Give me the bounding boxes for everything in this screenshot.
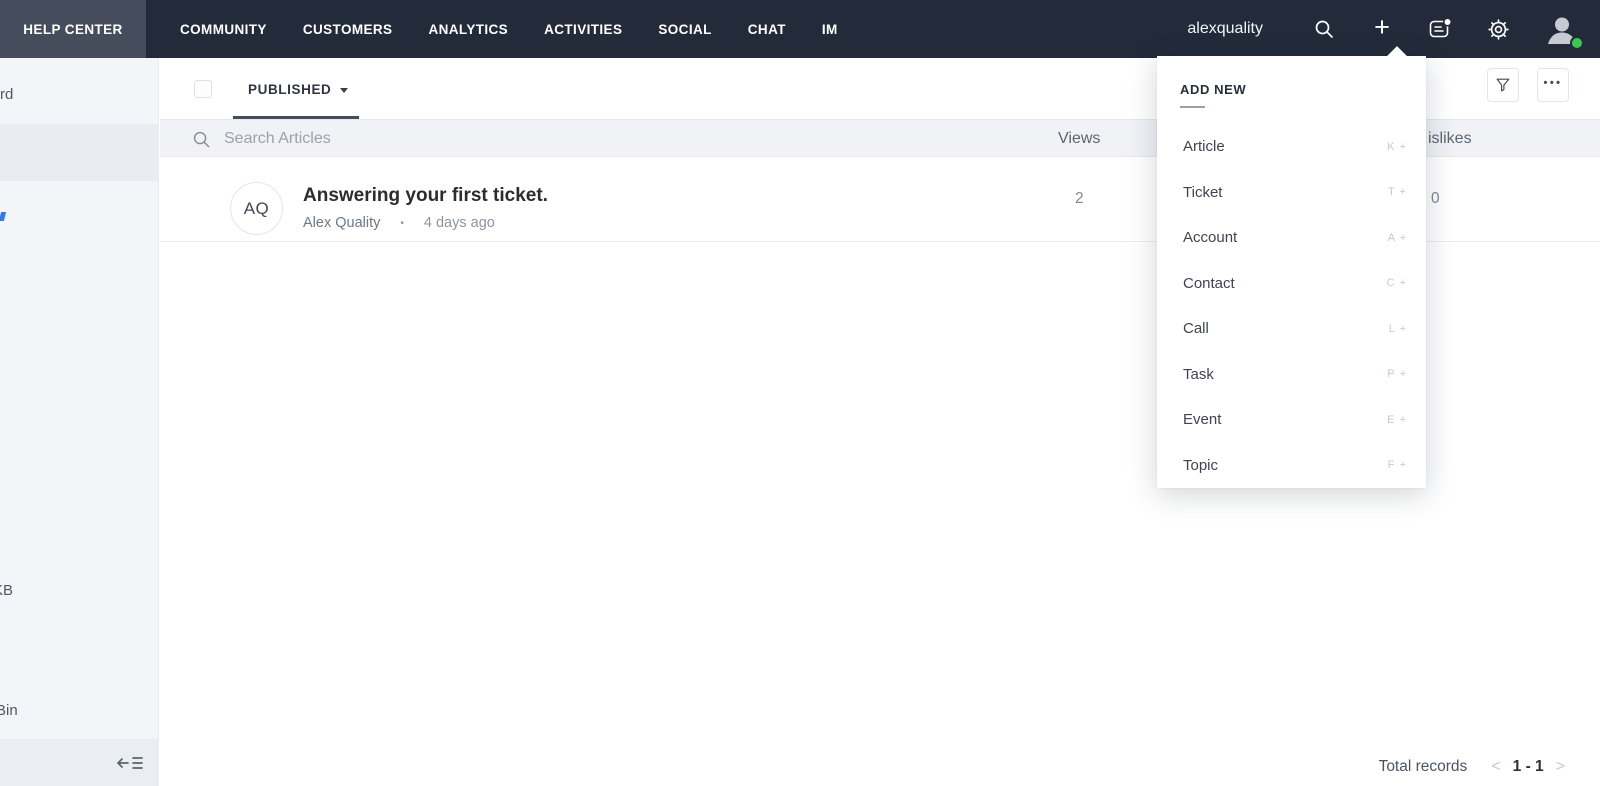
sidebar-footer <box>0 739 159 786</box>
column-header-views[interactable]: Views <box>1058 120 1100 158</box>
sidebar-item-fragment[interactable]: rd <box>0 86 13 103</box>
top-navigation-bar: HELP CENTER COMMUNITY CUSTOMERS ANALYTIC… <box>0 0 1600 58</box>
menu-item-call[interactable]: Call L + <box>1157 306 1426 352</box>
nav-item-help-center[interactable]: HELP CENTER <box>0 0 146 58</box>
menu-item-shortcut: C + <box>1386 277 1407 290</box>
prev-page-icon[interactable]: < <box>1489 758 1502 776</box>
article-timestamp: 4 days ago <box>423 215 495 231</box>
menu-item-shortcut: E + <box>1387 413 1407 426</box>
plus-glyph: + <box>1374 12 1390 42</box>
menu-item-shortcut: P + <box>1387 368 1407 381</box>
ellipsis-icon: ••• <box>1543 77 1563 89</box>
menu-item-shortcut: K + <box>1387 140 1407 153</box>
dropdown-title: ADD NEW <box>1180 82 1247 97</box>
account-name[interactable]: alexquality <box>1187 20 1263 38</box>
menu-item-article[interactable]: Article K + <box>1157 124 1426 170</box>
menu-item-label: Topic <box>1183 456 1219 474</box>
dropdown-header: ADD NEW <box>1157 56 1426 108</box>
menu-item-label: Article <box>1183 138 1225 156</box>
user-avatar[interactable] <box>1543 10 1584 50</box>
nav-item-analytics[interactable]: ANALYTICS <box>410 0 526 58</box>
article-author: Alex Quality <box>303 215 381 231</box>
menu-item-label: Account <box>1183 229 1238 247</box>
nav-items: COMMUNITY CUSTOMERS ANALYTICS ACTIVITIES… <box>162 0 856 58</box>
sidebar-blue-fragment <box>0 212 7 221</box>
add-new-menu-list: Article K + Ticket T + Account A + Conta… <box>1157 124 1426 488</box>
nav-item-chat[interactable]: CHAT <box>730 0 804 58</box>
nav-item-community[interactable]: COMMUNITY <box>162 0 285 58</box>
add-new-icon[interactable]: + <box>1369 12 1395 42</box>
menu-item-shortcut: F + <box>1387 459 1407 472</box>
menu-item-topic[interactable]: Topic F + <box>1157 443 1426 489</box>
nav-item-label: ACTIVITIES <box>544 21 623 37</box>
nav-item-label: IM <box>821 21 838 37</box>
page-range: 1 - 1 <box>1512 758 1544 775</box>
settings-gear-icon[interactable] <box>1485 16 1511 42</box>
pagination: Total records < 1 - 1 > <box>1379 758 1567 776</box>
nav-item-label: SOCIAL <box>658 21 712 37</box>
nav-item-social[interactable]: SOCIAL <box>640 0 729 58</box>
select-all-checkbox[interactable] <box>194 80 212 98</box>
article-meta: Alex Quality • 4 days ago <box>303 215 495 231</box>
dot-separator: • <box>400 217 404 229</box>
menu-item-ticket[interactable]: Ticket T + <box>1157 170 1426 216</box>
search-box <box>192 120 524 158</box>
article-dislikes-count: 0 <box>1431 190 1440 207</box>
view-filter-dropdown[interactable]: PUBLISHED <box>248 82 349 97</box>
menu-item-event[interactable]: Event E + <box>1157 397 1426 443</box>
nav-item-label: ANALYTICS <box>428 21 509 37</box>
menu-item-contact[interactable]: Contact C + <box>1157 261 1426 307</box>
chevron-down-icon <box>340 87 349 93</box>
nav-item-label: COMMUNITY <box>180 21 267 37</box>
add-new-dropdown: ADD NEW Article K + Ticket T + Account A… <box>1157 46 1426 488</box>
article-title[interactable]: Answering your first ticket. <box>303 185 548 207</box>
sidebar-item-bin[interactable]: Bin <box>0 702 18 719</box>
menu-item-shortcut: L + <box>1388 322 1407 335</box>
menu-item-shortcut: T + <box>1387 186 1407 199</box>
menu-item-task[interactable]: Task P + <box>1157 352 1426 398</box>
nav-item-activities[interactable]: ACTIVITIES <box>526 0 640 58</box>
author-initials-avatar: AQ <box>230 182 283 235</box>
menu-item-shortcut: A + <box>1387 231 1407 244</box>
search-articles-input[interactable] <box>224 130 524 148</box>
menu-item-label: Call <box>1183 320 1209 338</box>
more-options-button[interactable]: ••• <box>1537 68 1569 102</box>
view-filter-label: PUBLISHED <box>248 82 332 97</box>
nav-item-label: HELP CENTER <box>23 21 123 37</box>
nav-item-customers[interactable]: CUSTOMERS <box>285 0 411 58</box>
article-views-count: 2 <box>1075 190 1084 207</box>
menu-item-label: Event <box>1183 411 1222 429</box>
search-icon[interactable] <box>1311 16 1337 42</box>
nav-item-label: CHAT <box>747 21 786 37</box>
search-icon <box>193 131 210 147</box>
menu-item-label: Task <box>1183 365 1214 383</box>
sidebar-item-selected[interactable] <box>0 124 159 181</box>
funnel-icon <box>1496 78 1510 92</box>
next-page-icon[interactable]: > <box>1554 758 1567 776</box>
total-records-label: Total records <box>1378 758 1468 775</box>
title-underline <box>1180 106 1205 108</box>
left-sidebar: rd KB Bin <box>0 58 159 786</box>
online-status-dot <box>1570 36 1584 50</box>
collapse-sidebar-icon[interactable] <box>115 754 145 772</box>
nav-item-im[interactable]: IM <box>804 0 856 58</box>
column-header-dislikes-partial[interactable]: islikes <box>1428 120 1472 158</box>
nav-item-label: CUSTOMERS <box>302 21 393 37</box>
filter-button[interactable] <box>1487 68 1519 102</box>
whats-new-icon[interactable] <box>1427 16 1453 42</box>
menu-item-label: Contact <box>1183 274 1235 292</box>
menu-item-label: Ticket <box>1183 183 1223 201</box>
menu-item-account[interactable]: Account A + <box>1157 215 1426 261</box>
sidebar-item-kb[interactable]: KB <box>0 582 13 599</box>
